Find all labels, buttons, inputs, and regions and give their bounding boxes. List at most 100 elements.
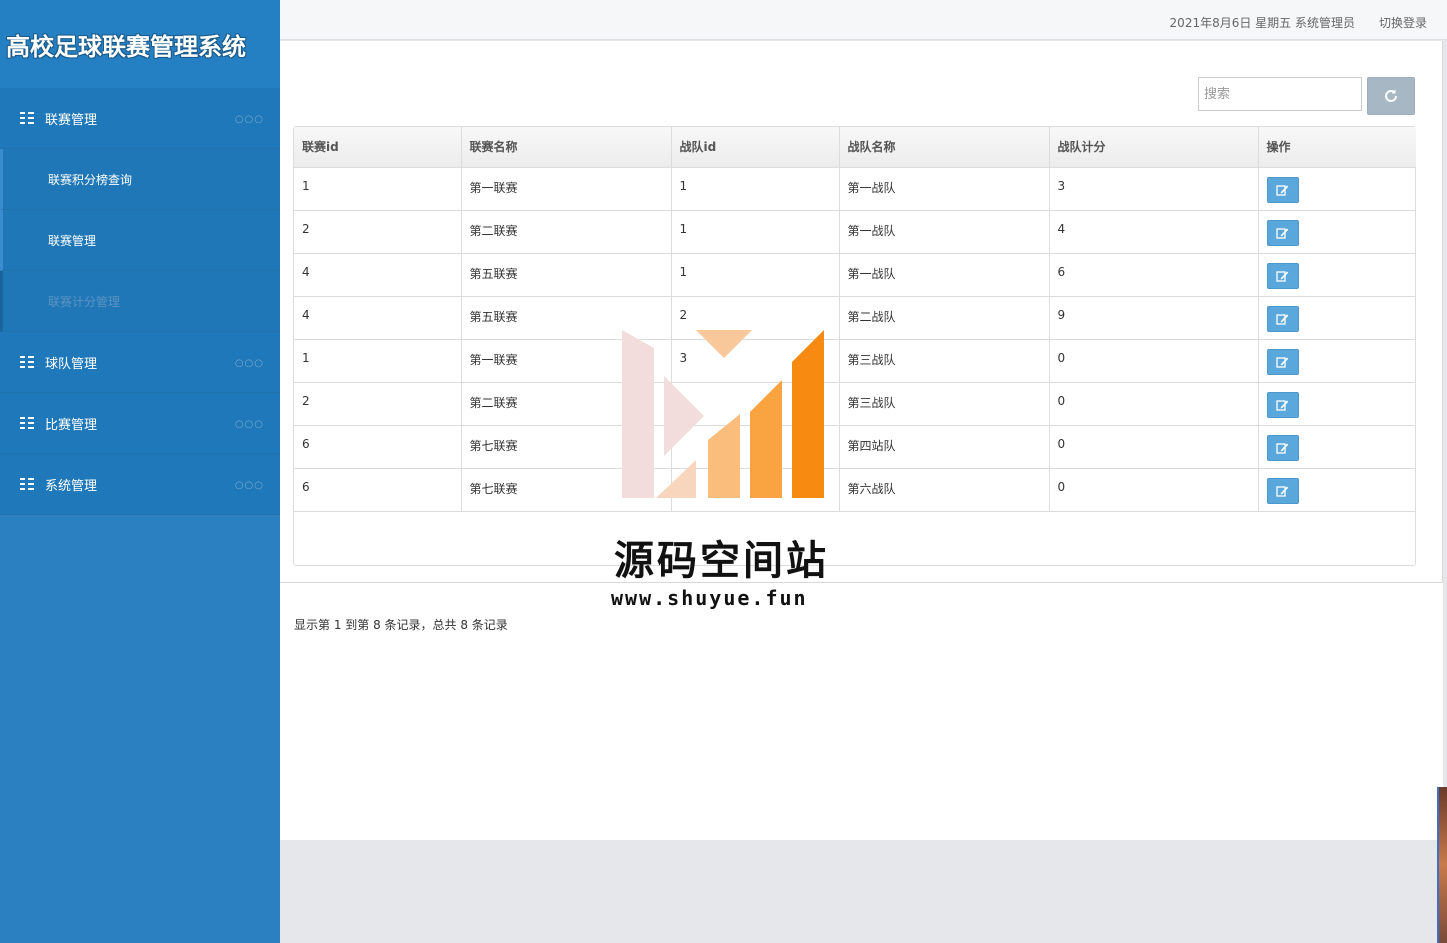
edit-button[interactable] [1266,219,1299,246]
edit-button[interactable] [1266,176,1299,203]
column-header[interactable]: 战队计分 [1049,127,1259,168]
edit-icon [1276,399,1289,411]
floating-widget[interactable] [1437,787,1447,943]
action-cell [1258,210,1416,254]
table-cell: 第一战队 [839,210,1050,254]
table-cell: 4 [294,253,462,297]
edit-button[interactable] [1266,477,1299,504]
table-cell: 4 [294,296,462,340]
table-cell: 1 [671,253,840,297]
column-header[interactable]: 联赛名称 [461,127,672,168]
table-cell: 1 [671,167,840,211]
column-header: 操作 [1258,127,1416,168]
table-cell: 第二战队 [839,296,1050,340]
list-icon [20,478,34,490]
table-cell: 0 [1049,425,1259,469]
watermark-logo [622,330,824,498]
edit-icon [1276,313,1289,325]
table-cell: 1 [294,167,462,211]
table-cell: 0 [1049,339,1259,383]
sidebar-item-scoring[interactable]: 联赛计分管理 [0,271,280,332]
table-cell: 6 [294,425,462,469]
list-icon [20,417,34,429]
sidebar-group-label: 比赛管理 [45,417,98,433]
table-cell: 第三战队 [839,382,1050,426]
column-header[interactable]: 联赛id [294,127,462,168]
table-row: 2 第二联赛 1 第一战队 4 [294,210,1416,254]
table-cell: 6 [294,468,462,512]
expand-dots-icon: ○○○ [234,419,264,430]
table-row: 1 第一联赛 1 第一战队 3 [294,167,1416,211]
table-cell: 2 [294,382,462,426]
table-row: 6 第七联赛 第六战队 0 [294,468,1416,512]
sidebar: 高校足球联赛管理系统 联赛管理 ○○○ 联赛积分榜查询 联赛管理 联赛计分管理 … [0,0,280,943]
date-user-text: 2021年8月6日 星期五 系统管理员 [1169,16,1355,30]
edit-icon [1276,227,1289,239]
main-content: 联赛id 联赛名称 战队id 战队名称 战队计分 操作 1第一联赛1第一战队32… [280,41,1443,840]
column-header[interactable]: 战队名称 [839,127,1050,168]
table-panel: 联赛id 联赛名称 战队id 战队名称 战队计分 操作 1第一联赛1第一战队32… [280,41,1443,632]
app-title: 高校足球联赛管理系统 [6,32,246,61]
watermark-url: www.shuyue.fun [611,586,808,610]
expand-dots-icon: ○○○ [234,480,264,491]
refresh-button[interactable] [1367,77,1415,115]
edit-button[interactable] [1266,434,1299,461]
pagination-summary: 显示第 1 到第 8 条记录，总共 8 条记录 [294,618,508,632]
table-cell: 6 [1049,253,1259,297]
table-cell: 9 [1049,296,1259,340]
list-icon [20,356,34,368]
edit-icon [1276,356,1289,368]
table-cell: 3 [1049,167,1259,211]
app-logo: 高校足球联赛管理系统 [0,0,280,88]
list-icon [20,112,34,124]
expand-dots-icon: ○○○ [234,114,264,125]
sidebar-group-label: 球队管理 [45,356,98,372]
edit-icon [1276,184,1289,196]
action-cell [1258,167,1416,211]
action-cell [1258,468,1416,512]
column-header[interactable]: 战队id [671,127,840,168]
sidebar-group-league[interactable]: 联赛管理 ○○○ [0,88,280,149]
watermark-title: 源码空间站 [614,538,829,584]
sidebar-group-match[interactable]: 比赛管理 ○○○ [0,393,280,454]
table-row: 4 第五联赛 2 第二战队 9 [294,296,1416,340]
table-cell: 第三战队 [839,339,1050,383]
sidebar-group-label: 系统管理 [45,478,98,494]
table-cell: 第四站队 [839,425,1050,469]
data-table: 联赛id 联赛名称 战队id 战队名称 战队计分 操作 1 第一联赛 1 第一战队 3 2… [294,127,1416,512]
sidebar-group-label: 联赛管理 [45,112,98,128]
edit-icon [1276,442,1289,454]
table-row: 4 第五联赛 1 第一战队 6 [294,253,1416,297]
sidebar-group-system[interactable]: 系统管理 ○○○ [0,454,280,515]
sidebar-item-league-manage[interactable]: 联赛管理 [0,210,280,271]
data-table-box: 联赛id 联赛名称 战队id 战队名称 战队计分 操作 1 第一联赛 1 第一战队 3 2… [293,126,1416,632]
table-cell: 4 [1049,210,1259,254]
table-row: 6 第七联赛 第四站队 0 [294,425,1416,469]
sidebar-item-standings[interactable]: 联赛积分榜查询 [0,149,280,210]
topbar: 2021年8月6日 星期五 系统管理员 切换登录 [280,0,1447,40]
table-header-row: 联赛id 联赛名称 战队id 战队名称 战队计分 操作 [294,127,1416,168]
edit-button[interactable] [1266,348,1299,375]
edit-button[interactable] [1266,262,1299,289]
table-cell: 第一战队 [839,167,1050,211]
edit-button[interactable] [1266,391,1299,418]
table-row: 2 第二联赛 第三战队 0 [294,382,1416,426]
switch-login-link[interactable]: 切换登录 [1379,14,1427,31]
action-cell [1258,382,1416,426]
sidebar-group-team[interactable]: 球队管理 ○○○ [0,332,280,393]
table-cell: 第五联赛 [461,253,672,297]
table-row: 1 第一联赛 3 第三战队 0 [294,339,1416,383]
action-cell [1258,253,1416,297]
expand-dots-icon: ○○○ [234,358,264,369]
table-cell: 第六战队 [839,468,1050,512]
table-cell: 第二联赛 [461,210,672,254]
edit-icon [1276,270,1289,282]
search-input[interactable] [1198,77,1362,111]
table-cell: 1 [671,210,840,254]
table-cell: 0 [1049,468,1259,512]
table-cell: 2 [294,210,462,254]
edit-button[interactable] [1266,305,1299,332]
table-cell: 第一战队 [839,253,1050,297]
action-cell [1258,296,1416,340]
table-cell: 第一联赛 [461,167,672,211]
